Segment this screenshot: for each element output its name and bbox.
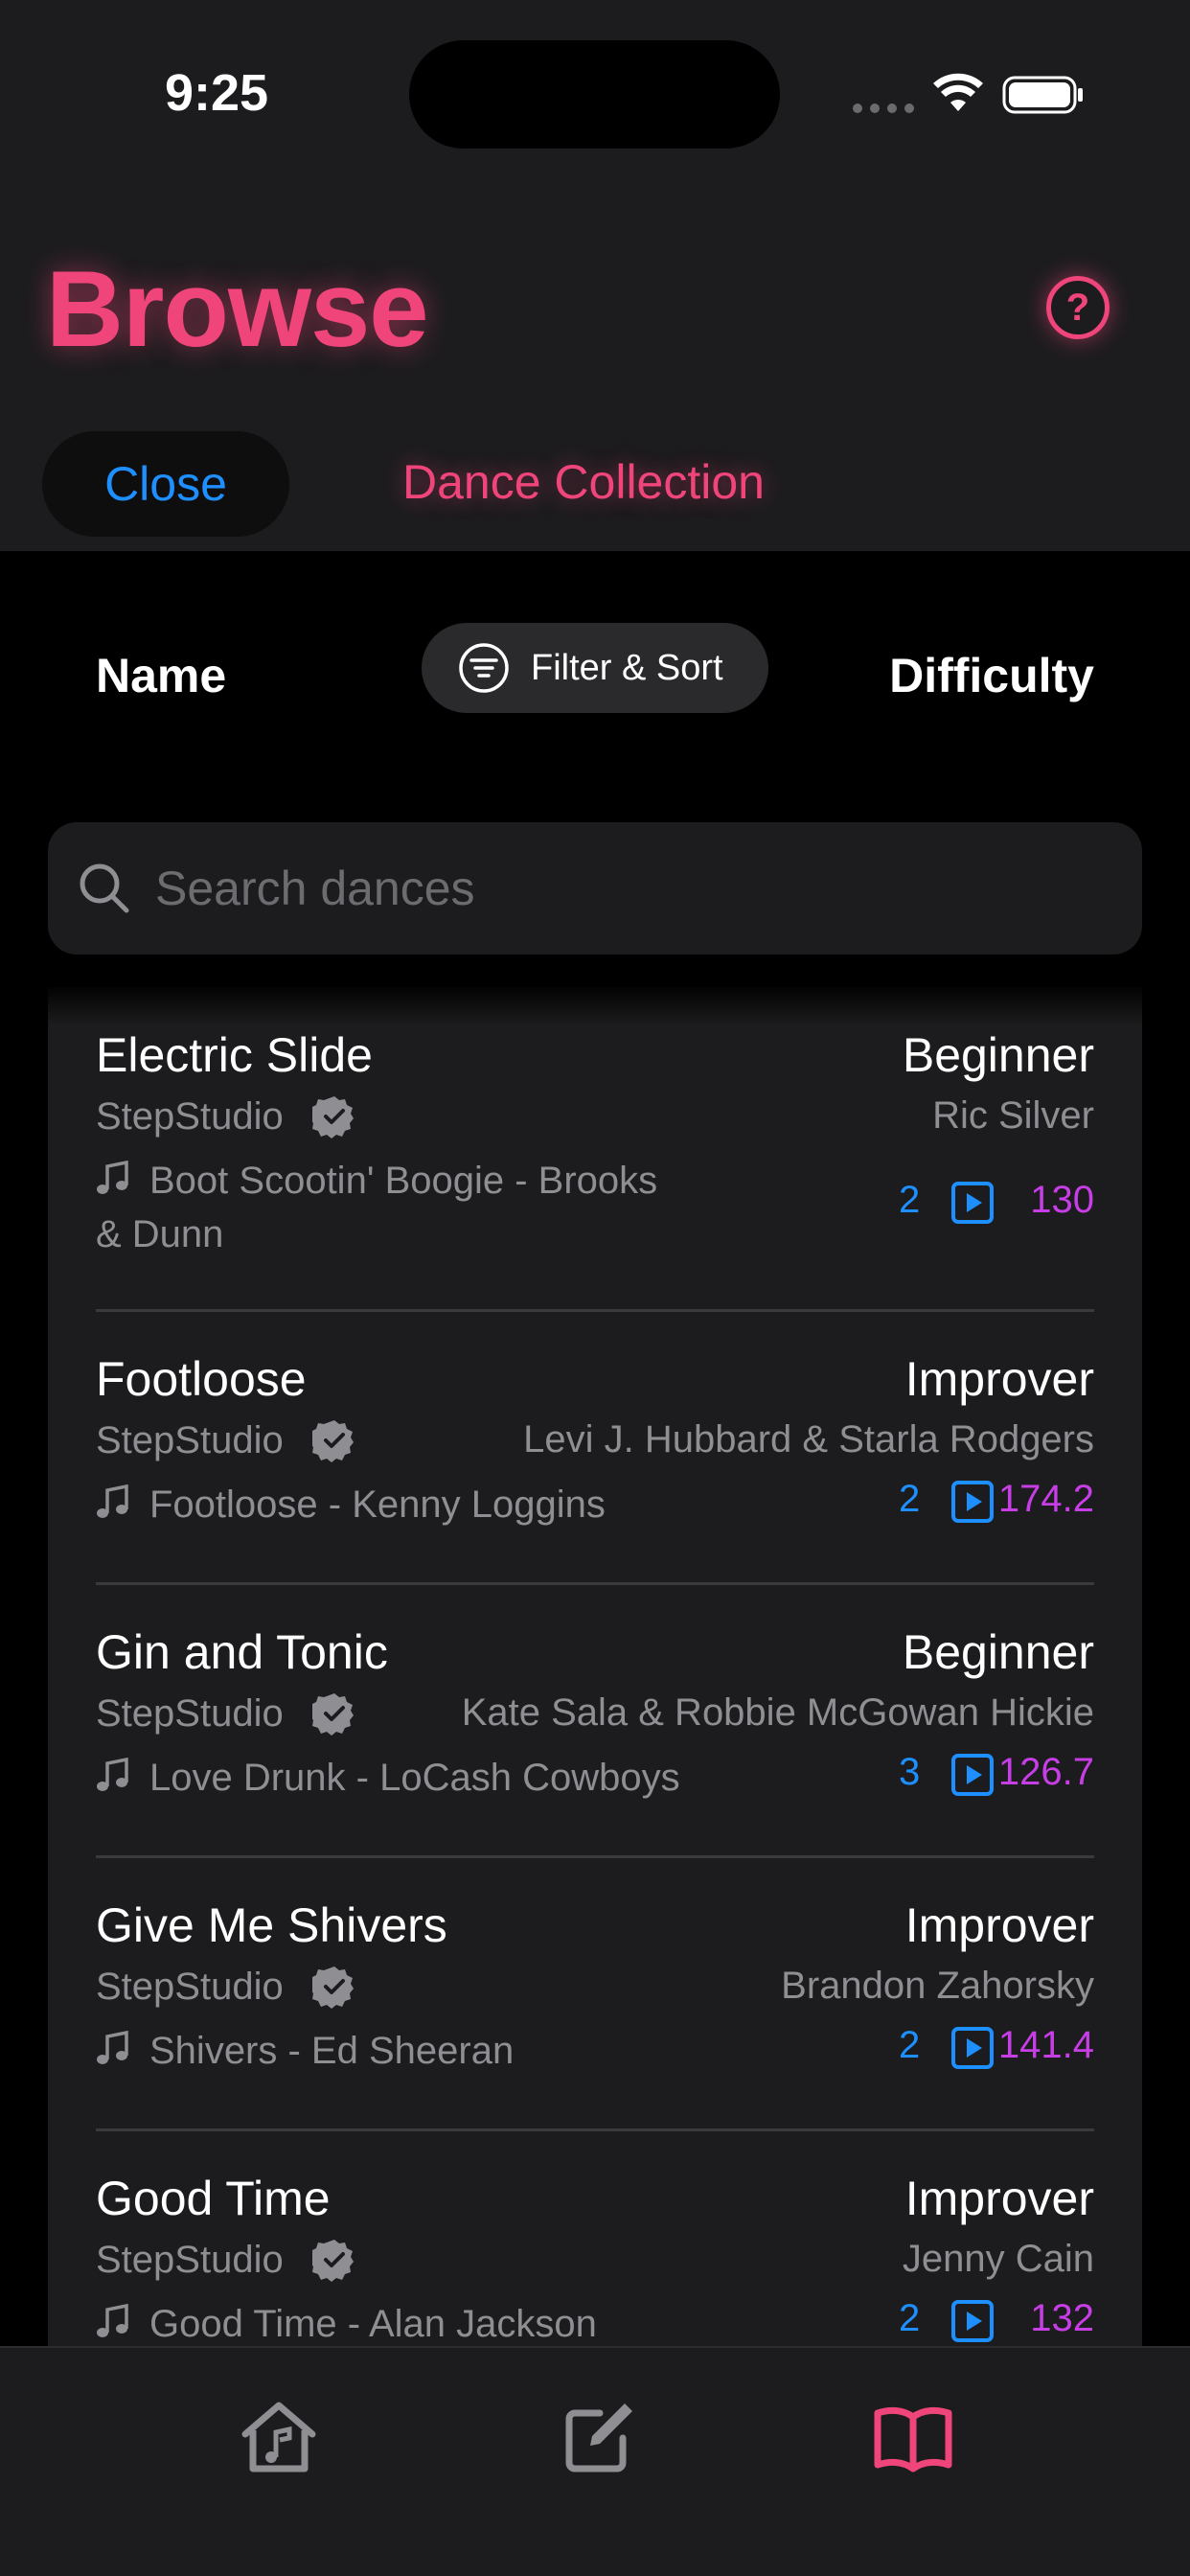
- video-count: 2: [899, 1179, 921, 1221]
- dance-difficulty: Beginner: [902, 1028, 1094, 1082]
- tab-browse[interactable]: [870, 2394, 956, 2480]
- sort-by-difficulty[interactable]: Difficulty: [889, 648, 1094, 703]
- play-square-icon[interactable]: [950, 2299, 995, 2343]
- song-line: & Dunn: [96, 1213, 224, 1255]
- row-divider: [96, 1855, 1094, 1858]
- video-count: 2: [899, 1478, 921, 1520]
- play-square-icon[interactable]: [950, 1753, 995, 1797]
- choreographer: Brandon Zahorsky: [781, 1965, 1094, 2007]
- battery-icon: [1002, 76, 1083, 114]
- music-note-icon: [97, 2031, 128, 2064]
- sort-by-name[interactable]: Name: [96, 648, 226, 703]
- tab-bar: [0, 2346, 1190, 2576]
- search-bar[interactable]: [48, 822, 1142, 954]
- video-count: 2: [899, 2297, 921, 2339]
- bpm-value: 132: [1030, 2297, 1094, 2339]
- song-title: Good Time - Alan Jackson: [96, 2297, 709, 2348]
- bpm-value: 174.2: [997, 1478, 1094, 1520]
- browse-screen: 9:25 Browse ? Close Dance Collection Nam…: [0, 0, 1190, 2576]
- home-music-icon: [241, 2402, 316, 2472]
- tab-edit[interactable]: [556, 2394, 642, 2480]
- filter-sort-button[interactable]: Filter & Sort: [422, 623, 768, 713]
- studio-name: StepStudio: [96, 2238, 284, 2281]
- dance-collection-link[interactable]: Dance Collection: [402, 454, 765, 510]
- music-note-icon: [97, 1758, 128, 1791]
- song-line: Boot Scootin' Boogie - Brooks: [149, 1160, 658, 1202]
- verified-badge-icon: [311, 1096, 354, 1138]
- filter-icon: [459, 643, 509, 693]
- choreographer: Levi J. Hubbard & Starla Rodgers: [523, 1418, 1094, 1460]
- dance-name: Good Time: [96, 2172, 331, 2225]
- header: 9:25 Browse ? Close Dance Collection: [0, 0, 1190, 551]
- row-divider: [96, 2128, 1094, 2131]
- status-time: 9:25: [165, 64, 269, 122]
- studio-label: StepStudio: [96, 1418, 356, 1462]
- studio-name: StepStudio: [96, 1965, 284, 2008]
- search-input[interactable]: [155, 861, 1075, 916]
- dynamic-island: [409, 40, 780, 149]
- choreographer: Jenny Cain: [902, 2238, 1094, 2280]
- verified-badge-icon: [311, 1693, 354, 1736]
- song-title: Boot Scootin' Boogie - Brooks & Dunn: [96, 1154, 709, 1261]
- play-square-icon[interactable]: [950, 1480, 995, 1524]
- row-divider: [96, 1309, 1094, 1312]
- list-item[interactable]: Footloose Improver StepStudio Levi J. Hubba…: [96, 1351, 1094, 1639]
- help-icon: ?: [1065, 286, 1090, 329]
- dance-name: Footloose: [96, 1352, 307, 1406]
- video-count: 2: [899, 2024, 921, 2066]
- wifi-icon: [933, 73, 983, 111]
- choreographer: Kate Sala & Robbie McGowan Hickie: [461, 1691, 1094, 1734]
- dance-name: Give Me Shivers: [96, 1898, 447, 1952]
- studio-name: StepStudio: [96, 1691, 284, 1735]
- studio-label: StepStudio: [96, 1691, 356, 1736]
- search-icon: [80, 863, 129, 913]
- song-line: Footloose - Kenny Loggins: [149, 1484, 606, 1526]
- dance-difficulty: Improver: [904, 2172, 1094, 2225]
- music-note-icon: [97, 1161, 128, 1194]
- studio-label: StepStudio: [96, 2238, 356, 2282]
- edit-icon: [565, 2404, 632, 2472]
- row-divider: [96, 1582, 1094, 1585]
- tab-home[interactable]: [236, 2394, 322, 2480]
- bpm-value: 141.4: [997, 2024, 1094, 2066]
- song-title: Love Drunk - LoCash Cowboys: [96, 1751, 709, 1805]
- dance-list: Electric Slide Beginner StepStudio Ric Silv…: [48, 987, 1142, 2348]
- song-line: Shivers - Ed Sheeran: [149, 2030, 515, 2072]
- bpm-value: 126.7: [997, 1751, 1094, 1793]
- studio-name: StepStudio: [96, 1094, 284, 1138]
- bpm-value: 130: [1030, 1179, 1094, 1221]
- song-line: Love Drunk - LoCash Cowboys: [149, 1757, 680, 1799]
- choreographer: Ric Silver: [932, 1094, 1094, 1137]
- music-note-icon: [97, 1484, 128, 1518]
- song-title: Shivers - Ed Sheeran: [96, 2024, 709, 2078]
- book-icon: [874, 2406, 952, 2472]
- close-button[interactable]: Close: [42, 431, 289, 537]
- help-button[interactable]: ?: [1046, 276, 1110, 339]
- song-title: Footloose - Kenny Loggins: [96, 1478, 709, 1531]
- dance-name: Electric Slide: [96, 1028, 373, 1082]
- studio-label: StepStudio: [96, 1965, 356, 2009]
- filter-sort-label: Filter & Sort: [531, 647, 723, 688]
- music-note-icon: [97, 2304, 128, 2337]
- list-item[interactable]: Electric Slide Beginner StepStudio Ric Silv…: [96, 1027, 1094, 1315]
- song-line: Good Time - Alan Jackson: [149, 2303, 597, 2345]
- page-title: Browse: [46, 249, 429, 369]
- video-count: 3: [899, 1751, 921, 1793]
- play-square-icon[interactable]: [950, 1181, 995, 1225]
- dance-name: Gin and Tonic: [96, 1625, 388, 1679]
- play-square-icon[interactable]: [950, 2026, 995, 2070]
- list-item[interactable]: Gin and Tonic Beginner StepStudio Kate Sala…: [96, 1624, 1094, 1912]
- studio-name: StepStudio: [96, 1418, 284, 1461]
- dance-difficulty: Improver: [904, 1898, 1094, 1952]
- verified-badge-icon: [311, 2240, 354, 2282]
- cellular-signal-icon: [853, 104, 914, 113]
- verified-badge-icon: [311, 1966, 354, 2009]
- list-item[interactable]: Good Time Improver StepStudio Jenny Cain Goo…: [96, 2171, 1094, 2348]
- list-item[interactable]: Give Me Shivers Improver StepStudio Brandon…: [96, 1898, 1094, 2185]
- dance-difficulty: Improver: [904, 1352, 1094, 1406]
- verified-badge-icon: [311, 1420, 354, 1462]
- studio-label: StepStudio: [96, 1094, 356, 1138]
- dance-difficulty: Beginner: [902, 1625, 1094, 1679]
